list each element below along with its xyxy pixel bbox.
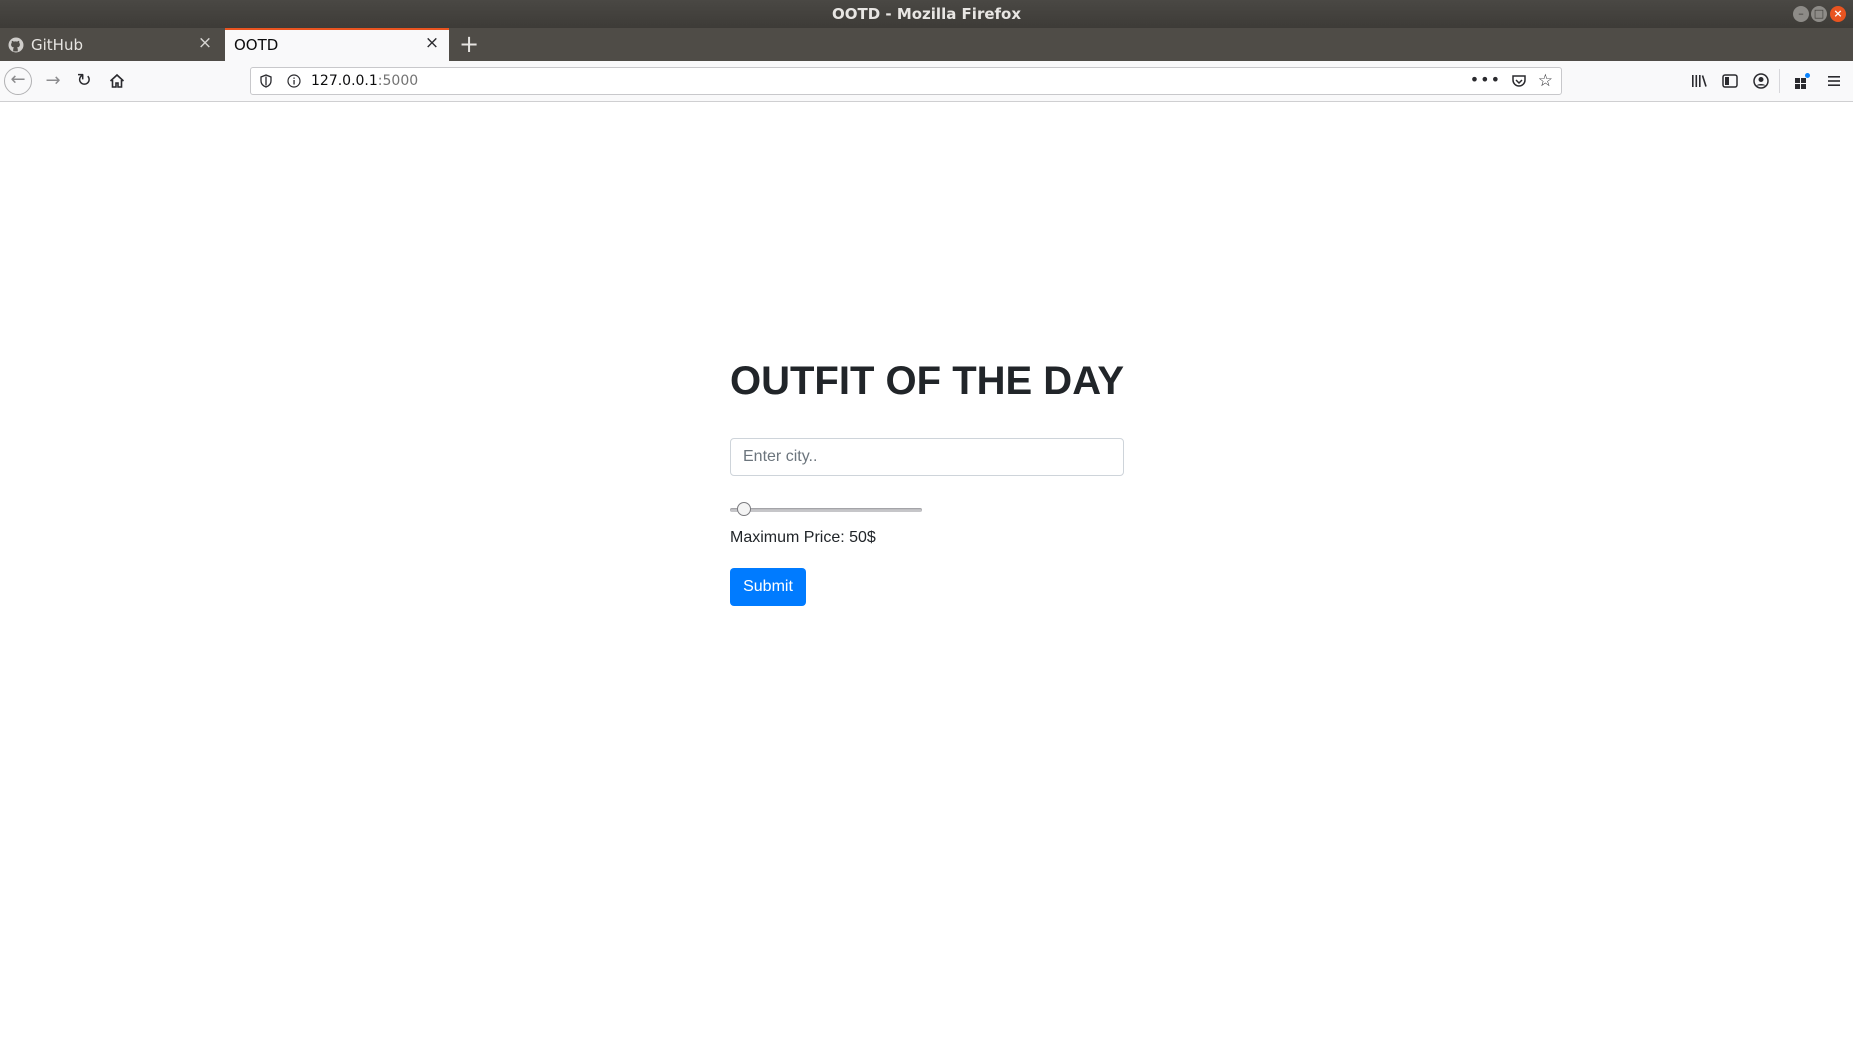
tab-ootd[interactable]: OOTD × [225,28,449,61]
toolbar-separator [1779,69,1780,93]
url-text[interactable]: 127.0.0.1:5000 [311,73,418,89]
tab-label: GitHub [31,36,83,54]
maximize-icon[interactable]: □ [1811,6,1827,22]
minimize-icon[interactable]: – [1793,6,1809,22]
url-port: :5000 [377,73,419,89]
library-icon[interactable] [1690,72,1708,90]
tab-strip: GitHub × OOTD × + [0,28,1853,61]
sidebar-icon[interactable] [1721,72,1739,90]
forward-arrow-icon[interactable]: → [39,67,67,95]
page-actions-menu-icon[interactable]: ••• [1470,70,1501,89]
city-input[interactable] [730,438,1124,476]
shield-icon[interactable] [259,74,273,88]
new-tab-icon[interactable]: + [455,31,483,59]
submit-button[interactable]: Submit [730,568,806,606]
max-price-slider-thumb[interactable] [737,502,752,516]
navigation-toolbar: ← → ↻ 127.0.0.1:5000 ••• ☆ [0,61,1853,102]
github-icon [8,37,24,53]
address-bar[interactable]: 127.0.0.1:5000 ••• ☆ [250,67,1562,95]
max-price-slider[interactable] [730,508,922,512]
max-price-label: Maximum Price: 50$ [730,529,876,546]
tab-github[interactable]: GitHub × [0,28,222,61]
bookmark-star-icon[interactable]: ☆ [1538,71,1553,91]
page-content: OUTFIT OF THE DAY Maximum Price: 50$ Sub… [0,102,1853,1053]
reload-icon[interactable]: ↻ [70,67,98,95]
tab-label: OOTD [234,36,279,54]
page-title: OUTFIT OF THE DAY [730,359,1125,403]
close-tab-icon[interactable]: × [196,34,214,52]
pocket-icon[interactable] [1511,73,1527,89]
window-title: OOTD - Mozilla Firefox [831,5,1022,23]
close-window-icon[interactable]: × [1830,6,1846,22]
site-info-icon[interactable] [287,74,301,88]
account-icon[interactable] [1752,72,1770,90]
back-arrow-icon[interactable]: ← [4,67,32,95]
url-host: 127.0.0.1 [311,73,378,89]
hamburger-menu-icon[interactable] [1825,72,1843,90]
extensions-icon[interactable] [1793,72,1811,90]
home-icon[interactable] [103,67,131,95]
window-titlebar: OOTD - Mozilla Firefox – □ × [0,0,1853,28]
close-tab-icon[interactable]: × [423,34,441,52]
